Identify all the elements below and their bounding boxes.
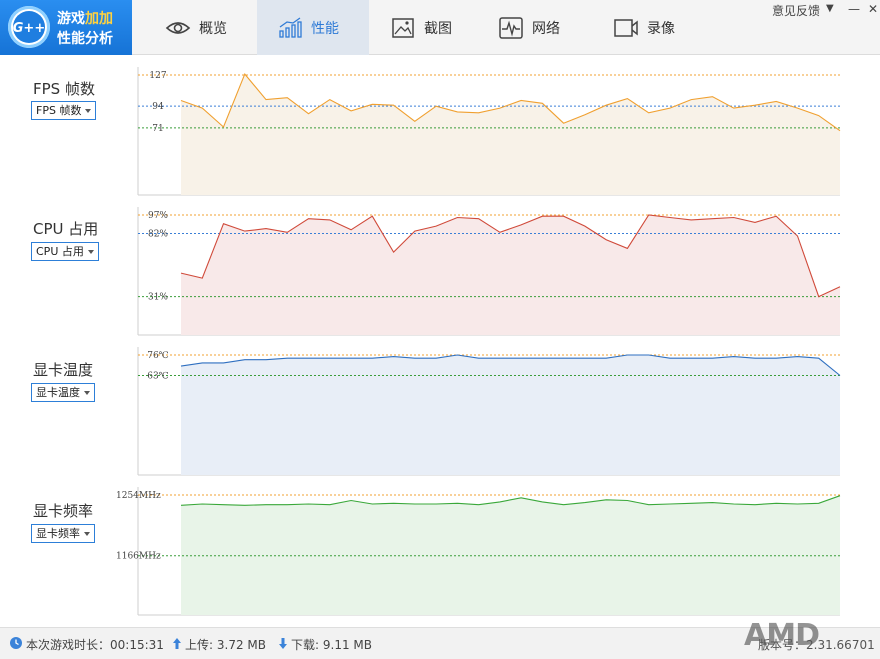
download-stat: 下载: 9.11 MB [278, 636, 372, 653]
performance-charts: 127 94 71 97% 82% 31% 76℃ 63℃ 1254MHz 1166MHz [116, 67, 841, 616]
upload-label: 上传: [185, 638, 214, 652]
fps-ref-label-0: 127 [149, 71, 166, 81]
fps-area [181, 74, 840, 195]
version-label: 版本号： [758, 638, 807, 652]
fps-ref-label-1: 94 [152, 102, 164, 112]
gpu-temp-ref-label-1: 63℃ [147, 372, 169, 382]
cpu-ref-label-0: 97% [148, 211, 168, 221]
gpu-clock-ref-label-1: 1166MHz [116, 552, 161, 562]
clock-icon [9, 636, 23, 653]
cpu-ref-label-1: 82% [148, 230, 168, 240]
gpu-temp-ref-label-0: 76℃ [147, 351, 169, 361]
duration-label: 本次游戏时长： [26, 638, 111, 652]
upload-value: 3.72 MB [216, 637, 266, 652]
gpu-temp-area [181, 355, 840, 475]
fps-ref-label-2: 71 [152, 124, 163, 134]
download-value: 9.11 MB [322, 637, 372, 652]
version-value: 2.31.66701 [806, 638, 875, 652]
download-label: 下载: [291, 638, 320, 652]
version-info: 版本号：2.31.66701 [758, 636, 875, 653]
duration-value: 00:15:31 [110, 637, 164, 652]
upload-stat: 上传: 3.72 MB [172, 636, 266, 653]
play-duration: 本次游戏时长： 00:15:31 [9, 636, 164, 653]
gpu-clock-ref-label-0: 1254MHz [116, 491, 161, 501]
arrow-up-icon [172, 637, 182, 653]
cpu-ref-label-2: 31% [148, 293, 168, 303]
arrow-down-icon [278, 637, 288, 653]
cpu-area [181, 215, 840, 335]
